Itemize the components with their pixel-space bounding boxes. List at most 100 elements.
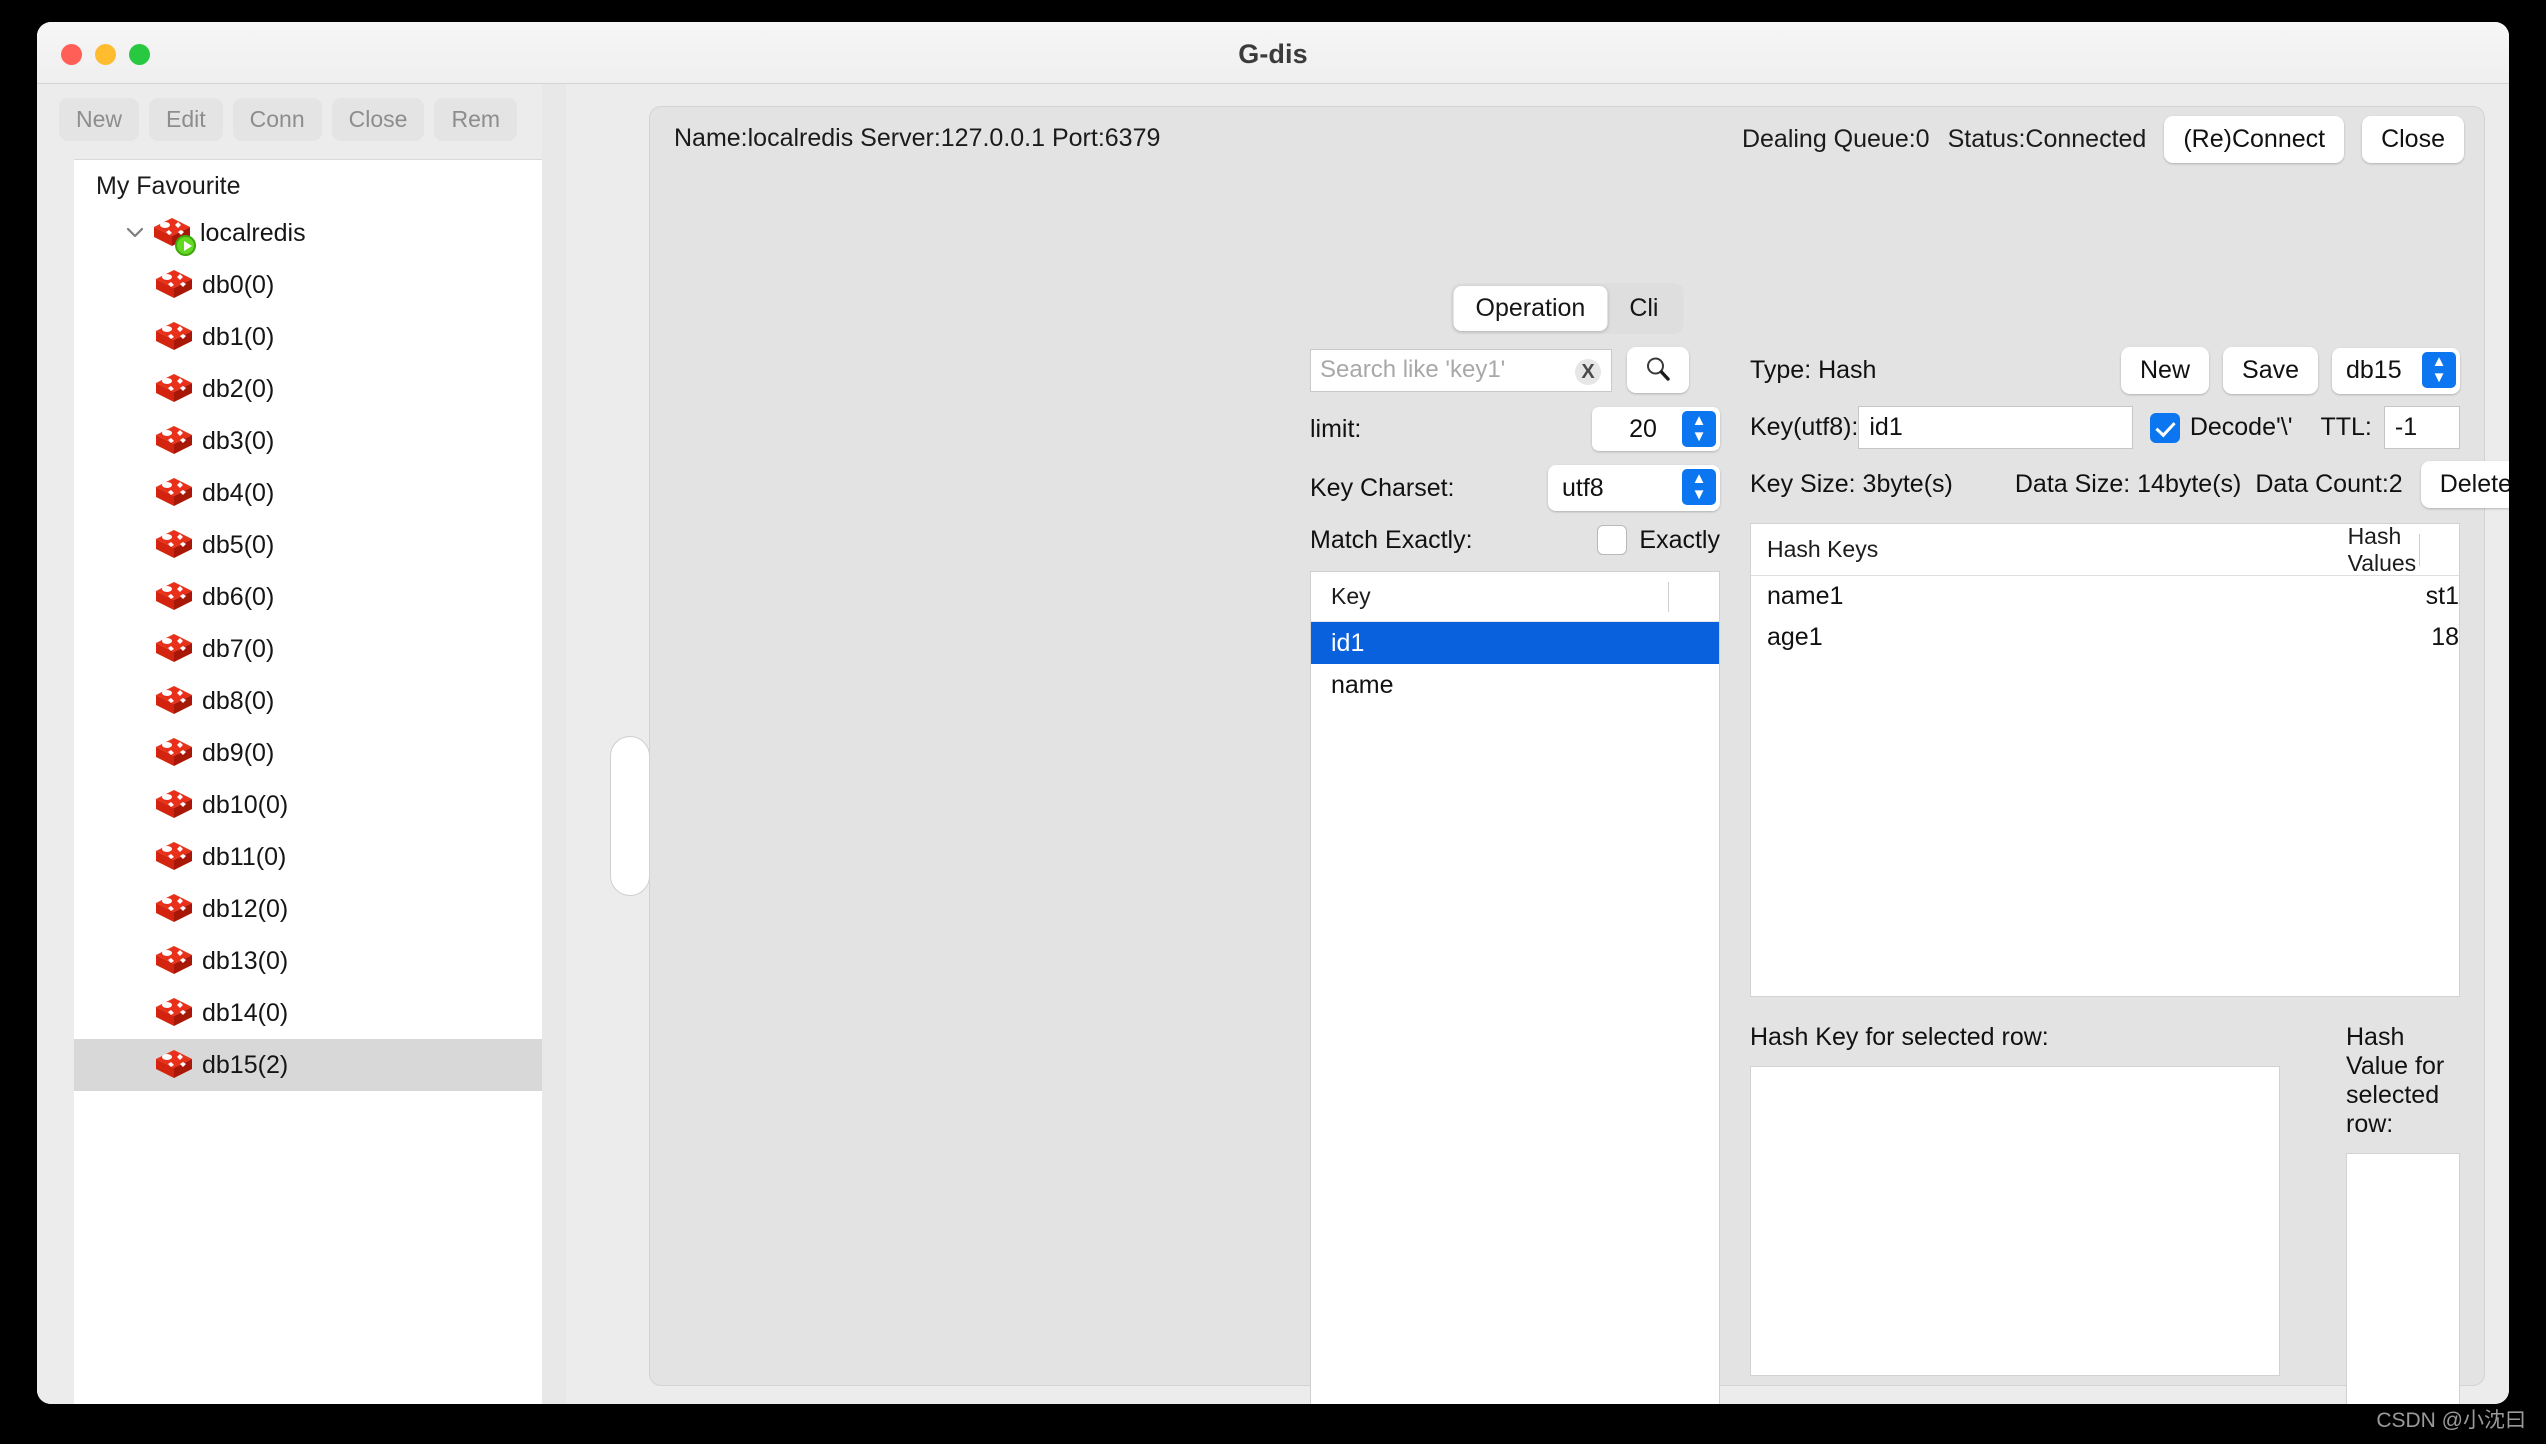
table-row[interactable]: name1 st1 xyxy=(1751,576,2459,617)
magnifier-icon xyxy=(1643,354,1673,387)
reconnect-button[interactable]: (Re)Connect xyxy=(2164,116,2345,163)
hash-table-rows: name1 st1 age1 18 xyxy=(1751,576,2459,658)
sidebar-item-db50[interactable]: db5(0) xyxy=(74,519,566,571)
sidebar-item-db130[interactable]: db13(0) xyxy=(74,935,566,987)
sidebar-item-db100[interactable]: db10(0) xyxy=(74,779,566,831)
connection-status: Status:Connected xyxy=(1947,125,2147,153)
connection-info-bar: Name:localredis Server:127.0.0.1 Port:63… xyxy=(650,107,2484,169)
type-row: Type: Hash New Save db15 ▲ ▼ xyxy=(1750,347,2460,394)
size-info-row: Key Size: 3byte(s) Data Size: 14byte(s) … xyxy=(1750,461,2509,508)
value-editor-panel: Type: Hash New Save db15 ▲▼ Key(utf8): xyxy=(1750,347,2509,1404)
hash-values-column-header: Hash Values xyxy=(2347,523,2417,576)
redis-database-icon xyxy=(154,580,194,614)
hash-value-cell: 18 xyxy=(2431,623,2459,651)
connection-tree[interactable]: My Favourite localredis db0(0) db1(0) db… xyxy=(74,159,566,1404)
redis-database-icon xyxy=(154,944,194,978)
key-list-item[interactable]: id1 xyxy=(1311,622,1719,664)
main-panel: Name:localredis Server:127.0.0.1 Port:63… xyxy=(649,106,2509,1404)
chevron-updown-icon[interactable]: ▲ ▼ xyxy=(2422,351,2456,388)
hash-value-detail-textarea[interactable] xyxy=(2346,1153,2460,1404)
new-connection-button[interactable]: New xyxy=(59,98,140,141)
search-button[interactable] xyxy=(1627,347,1689,393)
delete-key-button[interactable]: Delete xyxy=(2420,461,2509,508)
stepper-arrows-icon[interactable]: ▲ ▼ xyxy=(1682,411,1716,447)
sidebar-item-db110[interactable]: db11(0) xyxy=(74,831,566,883)
key-size-label: Key Size: 3byte(s) xyxy=(1750,470,1953,498)
hash-value-cell: st1 xyxy=(2425,582,2459,610)
connection-info-text: Name:localredis Server:127.0.0.1 Port:63… xyxy=(674,124,1161,152)
sidebar-item-db30[interactable]: db3(0) xyxy=(74,415,566,467)
sidebar-server-row[interactable]: localredis xyxy=(74,207,566,259)
chevron-down-icon[interactable] xyxy=(124,221,146,243)
window-body: New Edit Conn Close Rem My Favourite loc… xyxy=(37,84,2509,1404)
connection-status-group: Dealing Queue:0 Status:Connected (Re)Con… xyxy=(1742,116,2464,163)
title-bar: G-dis xyxy=(37,22,2509,84)
sidebar-item-db60[interactable]: db6(0) xyxy=(74,571,566,623)
key-input[interactable]: id1 xyxy=(1858,406,2133,449)
decode-checkbox[interactable] xyxy=(2149,412,2180,443)
redis-database-icon xyxy=(154,736,194,770)
table-row[interactable]: age1 18 xyxy=(1751,617,2459,658)
redis-database-icon xyxy=(154,372,194,406)
decode-label: Decode'\' xyxy=(2189,413,2293,441)
sidebar-item-label: db12(0) xyxy=(202,894,289,923)
sidebar-item-label: db1(0) xyxy=(202,322,275,351)
sidebar-item-db00[interactable]: db0(0) xyxy=(74,259,566,311)
tab-operation[interactable]: Operation xyxy=(1453,286,1608,331)
key-list-rows: id1 name xyxy=(1311,622,1719,706)
key-list[interactable]: Key id1 name xyxy=(1310,571,1720,1404)
sidebar-item-label: db9(0) xyxy=(202,738,275,767)
sidebar-item-db80[interactable]: db8(0) xyxy=(74,675,566,727)
match-exactly-label: Match Exactly: xyxy=(1310,525,1473,554)
search-input[interactable]: Search like 'key1' X xyxy=(1310,348,1612,392)
redis-database-icon xyxy=(154,840,194,874)
window-title: G-dis xyxy=(1238,39,1308,69)
db-select[interactable]: db15 ▲ ▼ xyxy=(2332,347,2460,394)
clear-search-icon[interactable]: X xyxy=(1575,358,1601,385)
db-select-value: db15 xyxy=(2346,356,2402,384)
sidebar-item-db70[interactable]: db7(0) xyxy=(74,623,566,675)
sidebar-item-db40[interactable]: db4(0) xyxy=(74,467,566,519)
hash-table[interactable]: Hash Keys Hash Values name1 st1 age1 18 xyxy=(1750,523,2460,997)
hash-key-cell: name1 xyxy=(1767,582,1844,610)
key-charset-value: utf8 xyxy=(1562,473,1604,502)
remove-connection-button[interactable]: Rem xyxy=(434,98,518,141)
close-connection-panel-button[interactable]: Close xyxy=(2362,116,2464,163)
redis-database-icon xyxy=(154,476,194,510)
panel-splitter-handle[interactable] xyxy=(610,736,650,896)
ttl-input[interactable]: -1 xyxy=(2383,406,2460,449)
sidebar-item-db90[interactable]: db9(0) xyxy=(74,727,566,779)
sidebar-item-label: db14(0) xyxy=(202,998,289,1027)
watermark: CSDN @小沈曰 xyxy=(2376,1409,2526,1432)
chevron-updown-icon[interactable]: ▲ ▼ xyxy=(1682,469,1716,505)
key-list-item[interactable]: name xyxy=(1311,664,1719,706)
limit-label: limit: xyxy=(1310,414,1362,443)
database-list: db0(0) db1(0) db2(0) db3(0) db4(0) db5(0… xyxy=(74,259,566,1091)
hash-keys-column-header: Hash Keys xyxy=(1767,536,1879,562)
redis-database-icon xyxy=(154,1048,194,1082)
key-charset-select[interactable]: utf8 ▲ ▼ xyxy=(1548,465,1720,511)
sidebar-item-label: db7(0) xyxy=(202,634,275,663)
sidebar-item-localredis[interactable]: localredis xyxy=(74,207,566,259)
sidebar-item-db20[interactable]: db2(0) xyxy=(74,363,566,415)
redis-database-icon xyxy=(154,996,194,1030)
exactly-checkbox[interactable] xyxy=(1597,525,1628,555)
new-key-button[interactable]: New xyxy=(2121,347,2210,394)
limit-stepper[interactable]: 20 ▲ ▼ xyxy=(1592,407,1720,451)
sidebar-server-label: localredis xyxy=(200,218,306,247)
hash-key-detail-textarea[interactable] xyxy=(1750,1066,2280,1376)
hash-key-detail-label: Hash Key for selected row: xyxy=(1750,1023,2049,1051)
sidebar-item-db10[interactable]: db1(0) xyxy=(74,311,566,363)
tab-cli[interactable]: Cli xyxy=(1607,286,1680,331)
sidebar-item-label: db13(0) xyxy=(202,946,289,975)
sidebar-item-db152[interactable]: db15(2) xyxy=(74,1039,566,1091)
save-key-button[interactable]: Save xyxy=(2223,347,2318,394)
sidebar-item-label: db3(0) xyxy=(202,426,275,455)
sidebar-item-db140[interactable]: db14(0) xyxy=(74,987,566,1039)
edit-connection-button[interactable]: Edit xyxy=(149,98,223,141)
connect-button[interactable]: Conn xyxy=(232,98,322,141)
exactly-label: Exactly xyxy=(1639,525,1720,554)
close-connection-button[interactable]: Close xyxy=(331,98,425,141)
sidebar-item-db120[interactable]: db12(0) xyxy=(74,883,566,935)
connected-play-icon xyxy=(175,235,196,256)
